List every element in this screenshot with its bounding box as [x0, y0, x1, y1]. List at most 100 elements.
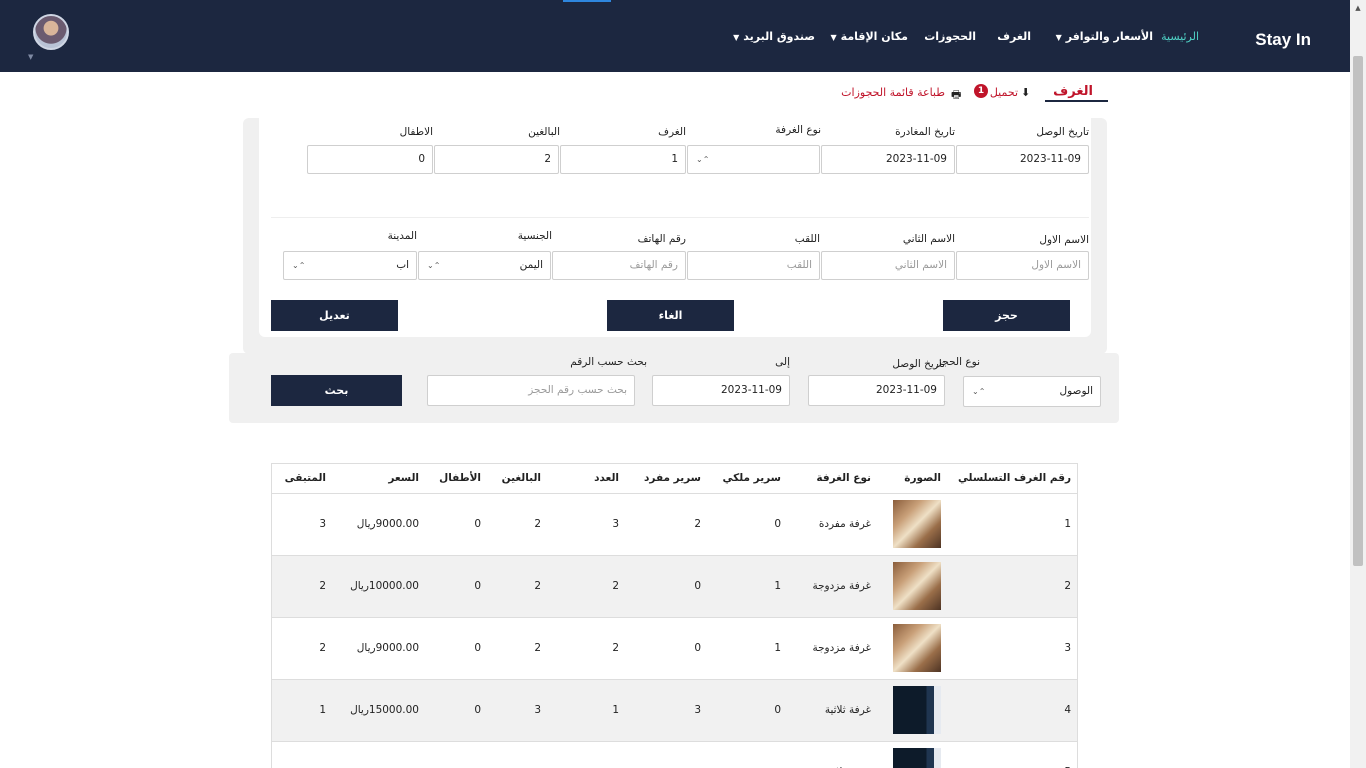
table-header-row: رقم الغرف التسلسلي الصورة نوع الغرفة سري…	[272, 464, 1077, 494]
booking-type-select[interactable]: الوصول ⌃⌄	[963, 376, 1101, 407]
search-to-label: إلى	[775, 356, 790, 368]
second-name-input[interactable]: الاسم الثاني	[821, 251, 955, 280]
cell-children: 0	[425, 679, 487, 742]
cell-remaining: 2	[272, 617, 332, 680]
cell-count: 2	[547, 555, 625, 618]
scroll-up-icon[interactable]: ▲	[1350, 0, 1366, 16]
booking-type-value: الوصول	[1059, 385, 1093, 397]
nav-item-bookings[interactable]: الحجوزات	[924, 30, 976, 43]
print-icon[interactable]: 🖶	[951, 86, 961, 105]
cell-image	[877, 555, 947, 618]
book-button[interactable]: حجز	[943, 300, 1070, 331]
cell-count: 1	[547, 679, 625, 742]
search-arrival-label: تاريخ الوصل	[892, 358, 945, 370]
cell-price: 10000.00ريال	[332, 555, 425, 618]
departure-date-label: تاريخ المغادرة	[895, 126, 955, 138]
table-row[interactable]: 3 غرفة مزدوجة 1 0 2 2 0 9000.00ريال 2	[272, 617, 1077, 680]
cell-adults: 2	[487, 493, 547, 556]
arrival-date-input[interactable]: 2023-11-09	[956, 145, 1089, 174]
cell-serial: 4	[947, 679, 1077, 742]
table-row[interactable]: 4 غرفة ثلاثية 0 3 1 3 0 15000.00ريال 1	[272, 679, 1077, 742]
phone-label: رقم الهاتف	[637, 233, 686, 245]
cell-serial: 3	[947, 617, 1077, 680]
rooms-input[interactable]: 1	[560, 145, 686, 174]
nav-item-label: الغرف	[997, 30, 1031, 43]
children-label: الاطفال	[399, 126, 433, 138]
chevron-down-icon[interactable]: ▼	[28, 53, 33, 61]
search-number-input[interactable]: بحث حسب رقم الحجز	[427, 375, 635, 406]
cell-king-bed: 0	[707, 493, 787, 556]
nationality-label: الجنسية	[517, 230, 552, 242]
chevron-down-icon: ▼	[830, 33, 837, 42]
adults-label: البالغين	[528, 126, 560, 138]
cell-image	[877, 741, 947, 768]
nav-item-label: مكان الإقامة	[840, 30, 908, 43]
cell-room-type: غرفة ثلاثية	[787, 741, 877, 768]
nationality-select[interactable]: اليمن ⌃⌄	[418, 251, 551, 280]
nav-item-rates[interactable]: الأسعار والتوافر▼	[1056, 30, 1153, 43]
search-button[interactable]: بحث	[271, 375, 402, 406]
chevron-down-icon: ▼	[733, 33, 740, 42]
departure-date-input[interactable]: 2023-11-09	[821, 145, 955, 174]
second-name-label: الاسم الثاني	[902, 233, 955, 245]
nav-item-rooms[interactable]: الغرف	[997, 30, 1031, 43]
form-divider	[271, 217, 1089, 218]
room-photo-thumbnail[interactable]	[893, 748, 941, 768]
brand-logo[interactable]: Stay In	[1255, 30, 1311, 50]
cell-children: 0	[425, 493, 487, 556]
first-name-input[interactable]: الاسم الاول	[956, 251, 1089, 280]
cell-price: 9000.00ريال	[332, 493, 425, 556]
room-type-select[interactable]: ⌃⌄	[687, 145, 820, 174]
phone-input[interactable]: رقم الهاتف	[552, 251, 686, 280]
cell-remaining: 1	[272, 679, 332, 742]
room-photo-thumbnail[interactable]	[893, 500, 941, 548]
cell-remaining: 3	[272, 493, 332, 556]
cell-price	[332, 741, 425, 768]
table-row[interactable]: 5 غرفة ثلاثية	[272, 741, 1077, 768]
cell-serial: 2	[947, 555, 1077, 618]
cell-count: 2	[547, 617, 625, 680]
city-select[interactable]: اب ⌃⌄	[283, 251, 417, 280]
edit-button[interactable]: تعديل	[271, 300, 398, 331]
cell-king-bed: 0	[707, 679, 787, 742]
surname-input[interactable]: اللقب	[687, 251, 820, 280]
children-input[interactable]: 0	[307, 145, 433, 174]
user-avatar[interactable]	[33, 14, 69, 50]
cell-image	[877, 493, 947, 556]
nav-item-property[interactable]: مكان الإقامة▼	[831, 30, 909, 43]
nav-item-home[interactable]: الرئيسية	[1161, 30, 1199, 43]
nav-item-mailbox[interactable]: صندوق البريد▼	[733, 30, 815, 43]
col-header-price: السعر	[332, 464, 425, 494]
cell-image	[877, 617, 947, 680]
first-name-label: الاسم الاول	[1039, 234, 1089, 246]
select-arrows-icon: ⌃⌄	[696, 155, 710, 164]
adults-input[interactable]: 2	[434, 145, 559, 174]
cell-single-bed: 3	[625, 679, 707, 742]
arrival-date-label: تاريخ الوصل	[1036, 126, 1089, 138]
search-to-input[interactable]: 2023-11-09	[652, 375, 790, 406]
page-scrollbar[interactable]: ▲	[1350, 0, 1366, 768]
table-row[interactable]: 2 غرفة مزدوجة 1 0 2 2 0 10000.00ريال 2	[272, 555, 1077, 618]
scrollbar-thumb[interactable]	[1353, 56, 1363, 566]
rooms-table: رقم الغرف التسلسلي الصورة نوع الغرفة سري…	[271, 463, 1078, 768]
room-photo-thumbnail[interactable]	[893, 686, 941, 734]
select-arrows-icon: ⌃⌄	[972, 387, 986, 396]
download-link[interactable]: تحميل	[990, 86, 1018, 99]
cell-single-bed: 2	[625, 493, 707, 556]
download-icon[interactable]: ⬇	[1021, 86, 1030, 99]
chevron-down-icon: ▼	[1055, 33, 1062, 42]
top-navbar: Stay In الرئيسية الأسعار والتوافر▼ الغرف…	[0, 0, 1350, 72]
cell-children: 0	[425, 555, 487, 618]
table-row[interactable]: 1 غرفة مفردة 0 2 3 2 0 9000.00ريال 3	[272, 493, 1077, 556]
cancel-button[interactable]: الغاء	[607, 300, 734, 331]
cell-price: 15000.00ريال	[332, 679, 425, 742]
rooms-label: الغرف	[658, 126, 686, 138]
cell-serial: 1	[947, 493, 1077, 556]
room-photo-thumbnail[interactable]	[893, 562, 941, 610]
search-arrival-input[interactable]: 2023-11-09	[808, 375, 945, 406]
cell-king-bed	[707, 741, 787, 768]
print-bookings-link[interactable]: طباعة قائمة الحجوزات	[841, 86, 945, 99]
room-photo-thumbnail[interactable]	[893, 624, 941, 672]
nav-item-label: الأسعار والتوافر	[1065, 30, 1153, 43]
select-arrows-icon: ⌃⌄	[427, 261, 441, 270]
